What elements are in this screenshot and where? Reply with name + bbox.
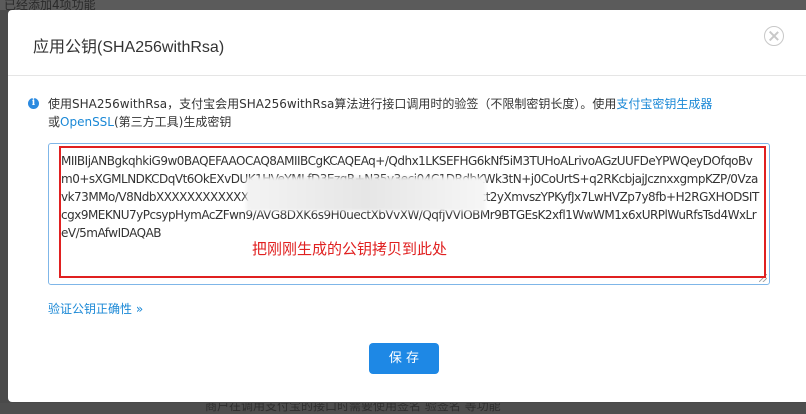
- annotation-text: 把刚刚生成的公钥拷贝到此处: [252, 241, 448, 258]
- info-text-part2: 或: [48, 115, 61, 129]
- background-footer: 商户在调用支付宝的接口时需要使用签名 验签名 等功能: [0, 403, 806, 414]
- info-text-part1: 使用SHA256withRsa，支付宝会用SHA256withRsa算法进行接口…: [48, 97, 617, 111]
- info-text-part3: (第三方工具)生成密钥: [114, 115, 232, 129]
- verify-public-key-link[interactable]: 验证公钥正确性 »: [48, 300, 143, 317]
- key-generator-link[interactable]: 支付宝密钥生成器: [616, 97, 712, 111]
- title-divider: [8, 75, 806, 76]
- public-key-dialog: 应用公钥(SHA256withRsa) i 使用SHA256withRsa，支付…: [8, 10, 806, 402]
- background-header-text: 已经添加4项功能: [0, 0, 806, 10]
- background-footer-text: 商户在调用支付宝的接口时需要使用签名 验签名 等功能: [205, 403, 501, 413]
- dialog-title: 应用公钥(SHA256withRsa): [33, 39, 225, 56]
- openssl-link[interactable]: OpenSSL: [60, 115, 114, 129]
- save-button[interactable]: 保 存: [369, 343, 439, 374]
- info-icon: i: [28, 98, 39, 109]
- close-icon[interactable]: [764, 26, 784, 46]
- info-message: 使用SHA256withRsa，支付宝会用SHA256withRsa算法进行接口…: [48, 95, 768, 131]
